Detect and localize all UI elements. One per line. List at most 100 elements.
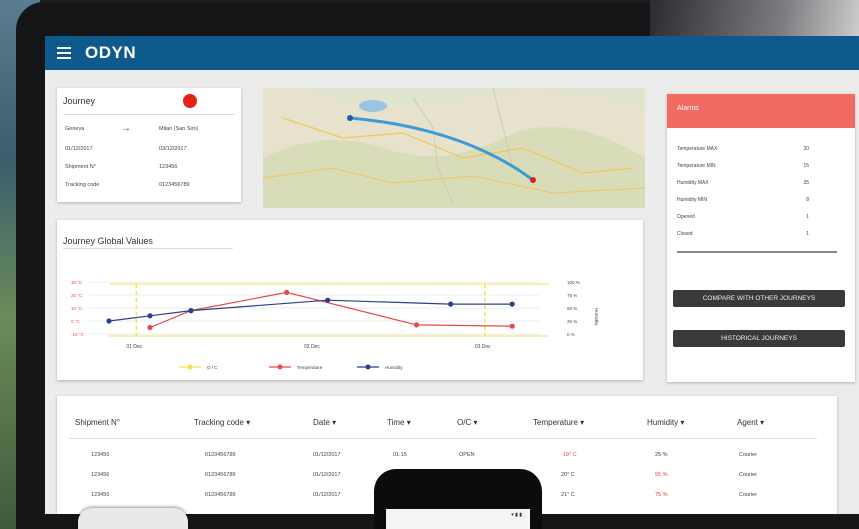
data-point-temperature: [284, 289, 290, 295]
hamburger-menu-icon[interactable]: [57, 47, 71, 59]
divider: [677, 251, 837, 253]
cell-shipment: 123456: [91, 452, 110, 458]
cell-humidity: 25 %: [655, 452, 668, 458]
route-map[interactable]: [263, 88, 645, 208]
white-object: [78, 508, 188, 529]
alarm-value: 1: [806, 231, 809, 237]
col-header-shipment[interactable]: Shipment N°: [75, 418, 120, 427]
legend-swatch-dot: [277, 364, 283, 370]
col-header-date[interactable]: Date ▾: [313, 418, 336, 427]
arrow-right-icon: →: [121, 123, 131, 134]
y-tick-label-right: 50 %: [567, 306, 577, 311]
chart-card: Journey Global Values -10 °C 0 °C 10 °C 20 …: [57, 220, 643, 380]
shipment-value: 123456: [159, 164, 178, 170]
cell-time: 01:15: [393, 452, 407, 458]
phone-screen: ▾ ▮ ▮: [386, 509, 530, 529]
y-tick-label-right: 0 %: [567, 332, 575, 337]
cell-shipment: 123456: [91, 492, 110, 498]
alarm-row: Temperature MAX 20: [677, 146, 809, 152]
data-point-temperature: [413, 322, 420, 328]
alarm-row: Humidity MIN 8: [677, 197, 809, 203]
cell-oc: OPEN: [459, 452, 475, 458]
journey-row: 01/12/2017 03/12/2017: [65, 146, 235, 152]
data-point-humidity: [448, 301, 454, 307]
alarms-header: Alarms: [667, 94, 855, 128]
photo-scene: ODYN Journey Geneva → Milan (San Siro) 0…: [0, 0, 859, 529]
app-bar: ODYN: [45, 36, 859, 70]
alarm-value: 15: [803, 163, 809, 169]
data-point-humidity: [147, 313, 153, 319]
journey-destination: Milan (San Siro): [159, 126, 199, 132]
col-header-time[interactable]: Time ▾: [387, 418, 411, 427]
alarm-label: Humidity MIN: [677, 197, 708, 203]
cell-humidity: 55 %: [655, 472, 668, 478]
cell-tracking: 0123456789: [205, 472, 236, 478]
journey-start-date: 01/12/2017: [65, 146, 93, 152]
data-point-temperature: [509, 323, 515, 329]
tracking-label: Tracking code: [65, 182, 100, 188]
y-axis-label-right: Humidity: [594, 308, 599, 326]
divider: [69, 438, 817, 439]
cell-temperature: 21° C: [561, 492, 575, 498]
y-tick-label-left: -10 °C: [71, 332, 85, 337]
legend-swatch-dot: [365, 364, 371, 370]
cell-temperature: -19° C: [561, 452, 577, 458]
col-header-temperature[interactable]: Temperature ▾: [533, 418, 584, 427]
alarm-row: Closed 1: [677, 231, 809, 237]
col-header-humidity[interactable]: Humidity ▾: [647, 418, 684, 427]
journey-title: Journey: [63, 96, 96, 106]
cell-temperature: 20° C: [561, 472, 575, 478]
shipment-label: Shipment N°: [65, 164, 96, 170]
y-tick-label-left: 30 °C: [71, 280, 83, 285]
journey-end-date: 03/12/2017: [159, 146, 187, 152]
y-tick-label-left: 10 °C: [71, 306, 83, 311]
phone-status-bar: ▾ ▮ ▮: [511, 512, 522, 518]
cell-agent: Courier: [739, 452, 758, 458]
app-screen: ODYN Journey Geneva → Milan (San Siro) 0…: [45, 36, 859, 514]
legend-label: Humidity: [385, 365, 403, 370]
cell-shipment: 123456: [91, 472, 110, 478]
monitor-reflection: [650, 0, 859, 40]
historical-journeys-button[interactable]: HISTORICAL JOURNEYS: [673, 330, 845, 347]
journey-row: Shipment N° 123456: [65, 164, 235, 170]
smartphone: ▾ ▮ ▮: [374, 469, 542, 529]
y-tick-label-right: 75 %: [567, 293, 577, 298]
legend-label: Temperature: [297, 365, 323, 370]
alarm-label: Opened: [677, 214, 695, 220]
alarm-label: Humidity MAX: [677, 180, 709, 186]
divider: [63, 114, 235, 115]
destination-marker: [530, 177, 536, 183]
col-header-oc[interactable]: O/C ▾: [457, 418, 477, 427]
alarm-row: Temperature MIN 15: [677, 163, 809, 169]
cell-date: 01/12/2017: [313, 452, 341, 458]
col-header-tracking[interactable]: Tracking code ▾: [194, 418, 250, 427]
y-tick-label-left: 0 °C: [71, 319, 81, 324]
legend-label: O / C: [207, 365, 218, 370]
alarm-label: Temperature MAX: [677, 146, 718, 152]
alarm-value: 8: [806, 197, 809, 203]
y-tick-label-right: 100 %: [567, 280, 580, 285]
status-indicator-dot: [183, 94, 197, 108]
tracking-value: 0123456789: [159, 182, 190, 188]
journey-row: Geneva → Milan (San Siro): [65, 123, 235, 134]
alarm-value: 1: [806, 214, 809, 220]
alarm-row: Humidity MAX 35: [677, 180, 809, 186]
alarm-label: Temperature MIN: [677, 163, 716, 169]
alarm-label: Closed: [677, 231, 693, 237]
data-point-humidity: [509, 301, 515, 307]
cell-date: 01/12/2017: [313, 472, 341, 478]
data-point-humidity: [188, 308, 194, 314]
x-tick-label: 02 Dec: [304, 344, 320, 350]
data-point-humidity: [325, 297, 331, 303]
alarm-row: Opened 1: [677, 214, 809, 220]
x-tick-label: 01 Dec: [126, 344, 142, 350]
compare-journeys-button[interactable]: COMPARE WITH OTHER JOURNEYS: [673, 290, 845, 307]
col-header-agent[interactable]: Agent ▾: [737, 418, 764, 427]
journey-row: Tracking code 0123456789: [65, 182, 235, 188]
cell-humidity: 75 %: [655, 492, 668, 498]
journey-card: Journey Geneva → Milan (San Siro) 01/12/…: [57, 88, 241, 202]
y-tick-label-left: 20 °C: [71, 293, 83, 298]
alarm-value: 20: [803, 146, 809, 152]
alarms-card: Alarms Temperature MAX 20 Temperature MI…: [667, 94, 855, 382]
journey-origin: Geneva: [65, 126, 85, 132]
